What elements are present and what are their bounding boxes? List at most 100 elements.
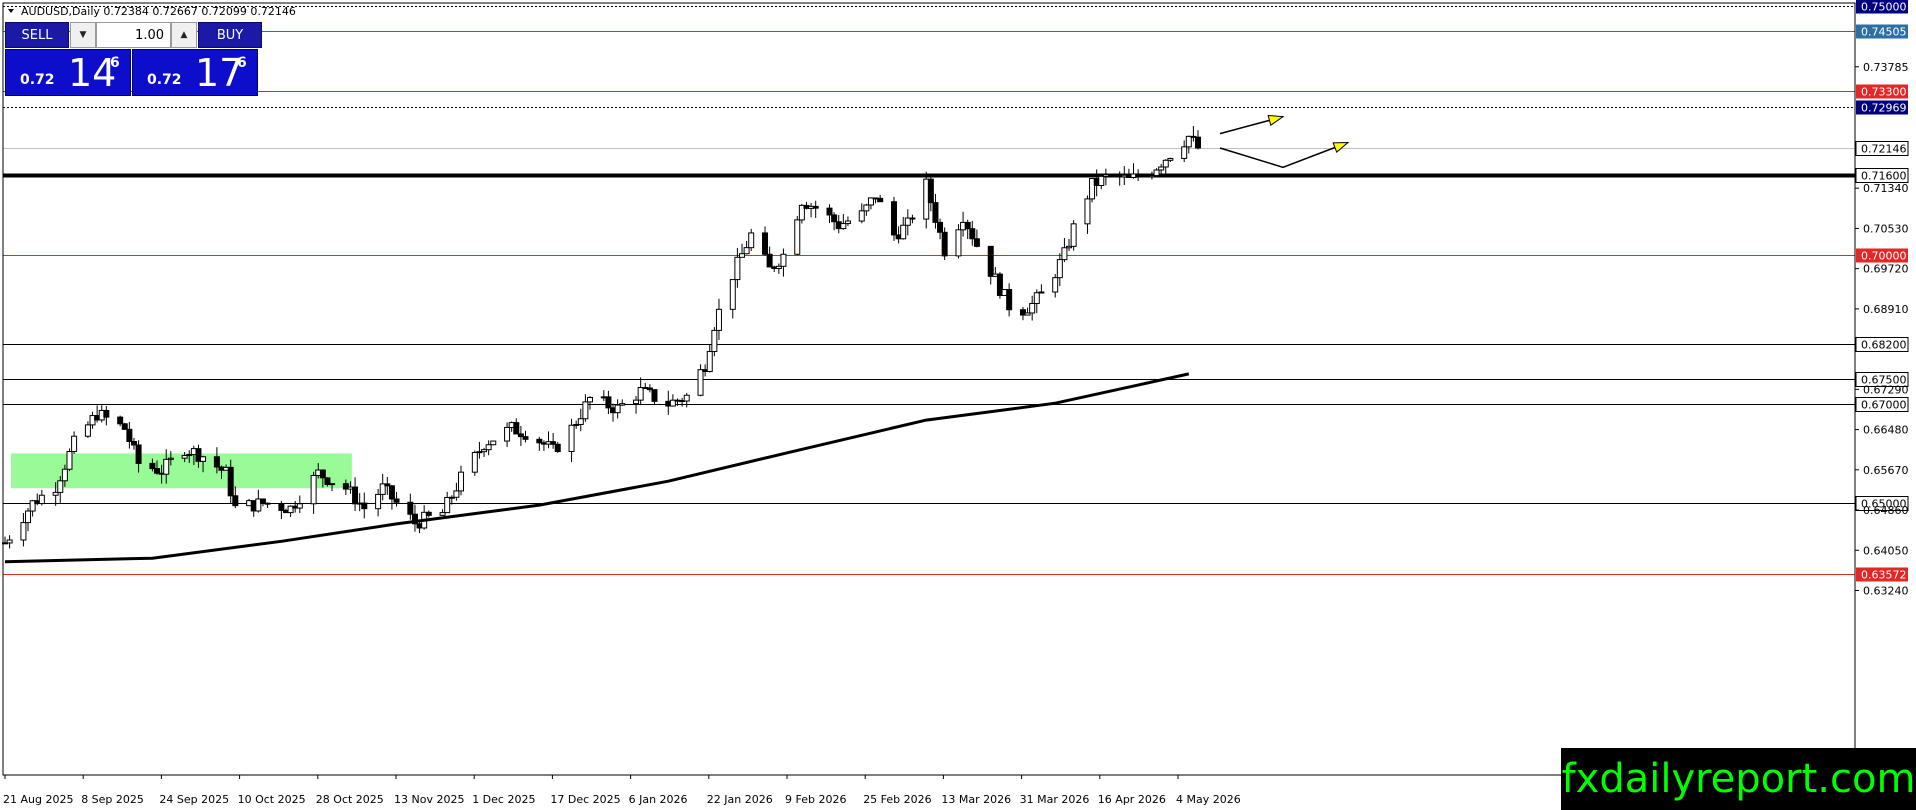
candle[interactable] xyxy=(614,399,621,419)
candle-body-bull xyxy=(6,539,13,544)
candle[interactable] xyxy=(651,389,658,406)
candle-body-bull xyxy=(504,426,511,442)
candle-body-bear xyxy=(407,501,414,515)
sell-price-quote[interactable]: 0.72 14 6 xyxy=(5,49,131,96)
candle-body-bull xyxy=(637,387,644,401)
candle-body-bear xyxy=(149,462,156,470)
candle[interactable] xyxy=(361,492,368,519)
candle[interactable] xyxy=(71,431,78,455)
candle[interactable] xyxy=(352,477,359,512)
candle[interactable] xyxy=(421,505,428,530)
candle-body-bull xyxy=(453,490,460,498)
candle-body-bear xyxy=(890,201,897,236)
lot-size-input[interactable] xyxy=(96,22,171,48)
lot-increase-icon[interactable]: ▲ xyxy=(171,22,197,48)
candle[interactable] xyxy=(987,245,994,285)
candle[interactable] xyxy=(522,430,529,443)
candle-body-bull xyxy=(25,510,32,524)
x-tick-label: 1 Dec 2025 xyxy=(472,793,535,806)
candle[interactable] xyxy=(1135,169,1142,181)
candle[interactable] xyxy=(794,216,801,256)
x-tick-label: 13 Mar 2026 xyxy=(941,793,1011,806)
chart-header: AUDUSD,Daily 0.72384 0.72667 0.72099 0.7… xyxy=(21,5,296,18)
y-tick-label: 0.71340 xyxy=(1863,182,1909,195)
candle[interactable] xyxy=(264,502,271,508)
dropdown-icon[interactable] xyxy=(8,9,14,13)
candle-body-bull xyxy=(1052,277,1059,293)
candle[interactable] xyxy=(6,535,13,549)
price-chart[interactable]: 0.75000 0.74505 0.73300 0.72969 0.72146 0.716… xyxy=(0,0,1916,810)
candle-body-bull xyxy=(1056,259,1063,279)
level-label: 0.74505 xyxy=(1861,26,1907,39)
pullback-then-bullish-arrow xyxy=(1219,141,1349,169)
candle[interactable] xyxy=(38,489,45,506)
candle-body-bull xyxy=(38,494,45,505)
candle[interactable] xyxy=(471,450,478,476)
candle[interactable] xyxy=(296,495,303,514)
candle-body-bear xyxy=(117,416,124,425)
candle[interactable] xyxy=(490,440,497,446)
candle[interactable] xyxy=(1084,195,1091,234)
candle-body-bull xyxy=(738,253,745,258)
candle[interactable] xyxy=(711,327,718,357)
candle[interactable] xyxy=(1070,220,1077,251)
candle-body-bull xyxy=(1029,302,1036,314)
candle-body-bear xyxy=(877,197,884,203)
candle[interactable] xyxy=(103,406,110,426)
candle-body-bull xyxy=(458,471,465,492)
x-tick-label: 6 Jan 2026 xyxy=(629,793,688,806)
time-axis: 21 Aug 2025 8 Sep 2025 24 Sep 2025 10 Oct 2… xyxy=(3,775,1241,806)
candle[interactable] xyxy=(513,418,520,435)
candle-body-bull xyxy=(490,440,497,446)
candle-body-bear xyxy=(1006,289,1013,311)
plot-frame xyxy=(2,2,1856,776)
candle[interactable] xyxy=(121,422,128,430)
buy-price-quote[interactable]: 0.72 17 6 xyxy=(132,49,258,96)
candle-body-bear xyxy=(927,178,934,204)
y-tick-label: 0.66480 xyxy=(1863,424,1909,437)
candle-body-bull xyxy=(1084,198,1091,225)
candle[interactable] xyxy=(619,399,626,407)
candle[interactable] xyxy=(1195,130,1201,150)
candle[interactable] xyxy=(729,279,736,319)
candle[interactable] xyxy=(545,431,552,449)
candle-body-bull xyxy=(1181,146,1188,159)
candle-body-bear xyxy=(932,202,939,223)
candle[interactable] xyxy=(444,491,451,514)
candle[interactable] xyxy=(1038,284,1045,294)
candle[interactable] xyxy=(1061,238,1068,263)
y-tick-label: 0.64050 xyxy=(1863,544,1909,557)
candle[interactable] xyxy=(890,196,897,241)
level-label: 0.75000 xyxy=(1861,1,1907,14)
y-tick-label: 0.65670 xyxy=(1863,464,1909,477)
candle[interactable] xyxy=(877,194,884,203)
candle[interactable] xyxy=(1006,283,1013,317)
buy-button[interactable]: BUY xyxy=(198,22,262,48)
candle[interactable] xyxy=(762,226,769,256)
buy-price-prefix: 0.72 xyxy=(147,72,182,88)
candle[interactable] xyxy=(388,485,395,510)
candle-body-bull xyxy=(167,457,174,460)
candle[interactable] xyxy=(748,228,755,251)
candle[interactable] xyxy=(683,392,690,408)
buy-price-pipette: 6 xyxy=(237,55,247,71)
pullback-then-bullish-arrow-head xyxy=(1332,141,1350,154)
candle[interactable] xyxy=(780,248,787,277)
candle[interactable] xyxy=(458,465,465,496)
candle[interactable] xyxy=(1162,159,1169,175)
candle[interactable] xyxy=(941,227,948,261)
candle[interactable] xyxy=(697,364,704,397)
sell-button[interactable]: SELL xyxy=(5,22,69,48)
candle-body-bear xyxy=(278,503,285,511)
candle[interactable] xyxy=(812,200,819,218)
candle-body-bull xyxy=(1070,223,1077,247)
candle-body-bear xyxy=(762,232,769,255)
x-tick-label: 17 Dec 2025 xyxy=(550,793,620,806)
candle-body-bull xyxy=(729,279,736,310)
candle-body-bull xyxy=(1167,157,1174,161)
candle[interactable] xyxy=(310,471,317,514)
lot-decrease-icon[interactable]: ▼ xyxy=(70,22,96,48)
candle-body-bull xyxy=(57,480,64,493)
candle-body-bull xyxy=(444,496,451,514)
x-tick-label: 24 Sep 2025 xyxy=(159,793,229,806)
